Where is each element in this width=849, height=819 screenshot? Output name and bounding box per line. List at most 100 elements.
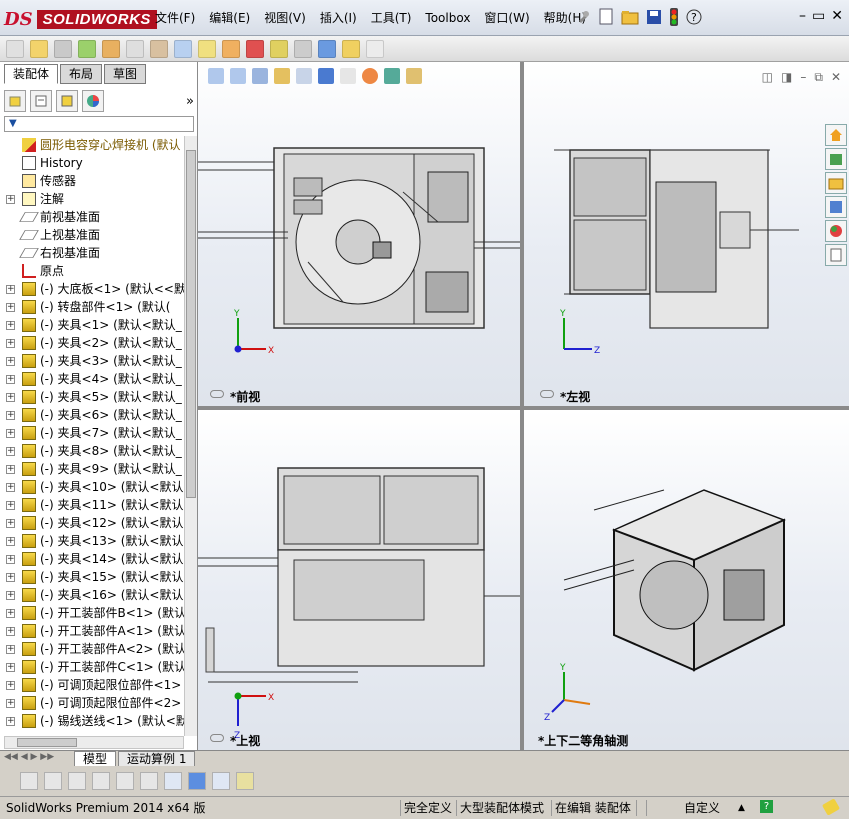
tab-assembly[interactable]: 装配体	[4, 64, 59, 84]
expand-toggle-icon[interactable]: +	[6, 339, 15, 348]
tree-item[interactable]: 圆形电容穿心焊接机 (默认	[0, 136, 184, 154]
expand-toggle-icon[interactable]: +	[6, 501, 15, 510]
expand-toggle-icon[interactable]: +	[6, 465, 15, 474]
large-assembly-icon[interactable]	[366, 39, 384, 58]
menu-window[interactable]: 窗口(W)	[477, 9, 536, 27]
expand-toggle-icon[interactable]: +	[6, 447, 15, 456]
expand-toggle-icon[interactable]: +	[6, 429, 15, 438]
axis-icon[interactable]	[164, 772, 182, 790]
expand-toggle-icon[interactable]: +	[6, 411, 15, 420]
expand-toggle-icon[interactable]: +	[6, 483, 15, 492]
tree-item[interactable]: + (-) 夹具<14> (默认<默认	[0, 550, 184, 568]
exploded-view-icon[interactable]	[270, 39, 288, 58]
tree-item[interactable]: + (-) 开工装部件A<1> (默认	[0, 622, 184, 640]
tab-layout[interactable]: 布局	[60, 64, 103, 84]
show-hidden-icon[interactable]	[150, 39, 168, 58]
expand-toggle-icon[interactable]: +	[6, 627, 15, 636]
save-icon[interactable]	[645, 8, 663, 26]
units-dropdown-icon[interactable]: ▲	[738, 800, 745, 816]
expand-toggle-icon[interactable]: +	[6, 591, 15, 600]
table-icon[interactable]	[212, 772, 230, 790]
shaded-view-icon[interactable]	[188, 772, 206, 790]
tree-item[interactable]: + (-) 夹具<4> (默认<默认_	[0, 370, 184, 388]
smart-fasteners-icon[interactable]	[102, 39, 120, 58]
tree-item[interactable]: + (-) 夹具<10> (默认<默认	[0, 478, 184, 496]
menu-file[interactable]: 文件(F)	[148, 9, 202, 27]
new-document-icon[interactable]	[597, 8, 615, 26]
expand-toggle-icon[interactable]: +	[6, 573, 15, 582]
tree-item[interactable]: + (-) 夹具<16> (默认<默认	[0, 586, 184, 604]
expand-toggle-icon[interactable]: +	[6, 699, 15, 708]
tree-item[interactable]: 上视基准面	[0, 226, 184, 244]
expand-toggle-icon[interactable]: +	[6, 717, 15, 726]
menu-toolbox[interactable]: Toolbox	[418, 9, 477, 27]
design-library-icon[interactable]	[825, 148, 847, 170]
mate-icon[interactable]	[54, 39, 72, 58]
menu-tools[interactable]: 工具(T)	[364, 9, 419, 27]
tree-item[interactable]: + (-) 夹具<2> (默认<默认_	[0, 334, 184, 352]
tree-item[interactable]: + (-) 夹具<1> (默认<默认_	[0, 316, 184, 334]
custom-properties-icon[interactable]	[825, 244, 847, 266]
tree-item[interactable]: History	[0, 154, 184, 172]
help-icon[interactable]: ?	[685, 8, 703, 26]
tree-item[interactable]: 原点	[0, 262, 184, 280]
new-motion-study-icon[interactable]	[222, 39, 240, 58]
smart-dimension-icon[interactable]	[44, 772, 62, 790]
solidworks-resources-icon[interactable]	[825, 124, 847, 146]
tree-item[interactable]: + (-) 开工装部件C<1> (默认	[0, 658, 184, 676]
tree-item[interactable]: + (-) 夹具<5> (默认<默认_	[0, 388, 184, 406]
file-explorer-icon[interactable]	[825, 172, 847, 194]
tree-item[interactable]: + (-) 夹具<6> (默认<默认_	[0, 406, 184, 424]
tree-item[interactable]: + (-) 可调顶起限位部件<2>	[0, 694, 184, 712]
status-large-assembly[interactable]: 大型装配体模式	[460, 800, 544, 816]
tree-item[interactable]: + (-) 夹具<3> (默认<默认_	[0, 352, 184, 370]
tree-item[interactable]: + (-) 大底板<1> (默认<<默	[0, 280, 184, 298]
tree-item[interactable]: + (-) 夹具<11> (默认<默认	[0, 496, 184, 514]
appearances-scenes-icon[interactable]	[825, 220, 847, 242]
property-manager-tab-icon[interactable]	[30, 90, 52, 112]
open-folder-icon[interactable]	[621, 8, 639, 26]
insert-component-icon[interactable]	[30, 39, 48, 58]
tree-horizontal-scrollbar[interactable]	[4, 736, 184, 749]
edit-component-icon[interactable]	[6, 39, 24, 58]
viewport-left[interactable]: ◫ ◨ – ⧉ ✕ Y Z *左视	[524, 62, 849, 406]
menu-insert[interactable]: 插入(I)	[313, 9, 364, 27]
assembly-features-icon[interactable]	[174, 39, 192, 58]
tree-item[interactable]: + (-) 夹具<9> (默认<默认_	[0, 460, 184, 478]
viewport-front[interactable]: Y X *前视	[198, 62, 520, 406]
tree-item[interactable]: 前视基准面	[0, 208, 184, 226]
bill-of-materials-icon[interactable]	[246, 39, 264, 58]
restore-icon[interactable]: ▭	[812, 8, 825, 24]
linear-pattern-icon[interactable]	[78, 39, 96, 58]
expand-panel-icon[interactable]: »	[186, 94, 194, 109]
instant3d-icon[interactable]	[342, 39, 360, 58]
explode-line-icon[interactable]	[294, 39, 312, 58]
annotation-toolbar-icon[interactable]	[68, 772, 86, 790]
tree-item[interactable]: + (-) 锡线送线<1> (默认<默	[0, 712, 184, 730]
minimize-icon[interactable]: –	[799, 8, 806, 24]
expand-toggle-icon[interactable]: +	[6, 519, 15, 528]
tab-model[interactable]: 模型	[74, 751, 117, 767]
status-units[interactable]: 自定义	[684, 800, 720, 816]
tab-motion-study[interactable]: 运动算例 1	[118, 751, 196, 767]
tree-item[interactable]: + (-) 夹具<12> (默认<默认	[0, 514, 184, 532]
tree-item[interactable]: 传感器	[0, 172, 184, 190]
traffic-light-icon[interactable]	[669, 8, 679, 26]
expand-toggle-icon[interactable]: +	[6, 303, 15, 312]
tree-item[interactable]: + (-) 开工装部件A<2> (默认	[0, 640, 184, 658]
tree-item[interactable]: + (-) 夹具<8> (默认<默认_	[0, 442, 184, 460]
expand-toggle-icon[interactable]: +	[6, 681, 15, 690]
tree-vertical-scrollbar[interactable]	[184, 136, 197, 736]
tree-item[interactable]: + (-) 夹具<15> (默认<默认	[0, 568, 184, 586]
sketch-icon[interactable]	[20, 772, 38, 790]
tree-item[interactable]: + 注解	[0, 190, 184, 208]
viewport-top[interactable]: X Z *上视	[198, 410, 520, 750]
tab-scroll-arrows[interactable]: ◀◀ ◀ ▶ ▶▶	[4, 752, 54, 762]
display-manager-tab-icon[interactable]	[82, 90, 104, 112]
tree-item[interactable]: 右视基准面	[0, 244, 184, 262]
expand-toggle-icon[interactable]: +	[6, 663, 15, 672]
tree-filter[interactable]: ▼	[4, 116, 194, 132]
tree-item[interactable]: + (-) 开工装部件B<1> (默认	[0, 604, 184, 622]
feature-tree-tab-icon[interactable]	[4, 90, 26, 112]
tag-icon[interactable]	[821, 798, 841, 816]
